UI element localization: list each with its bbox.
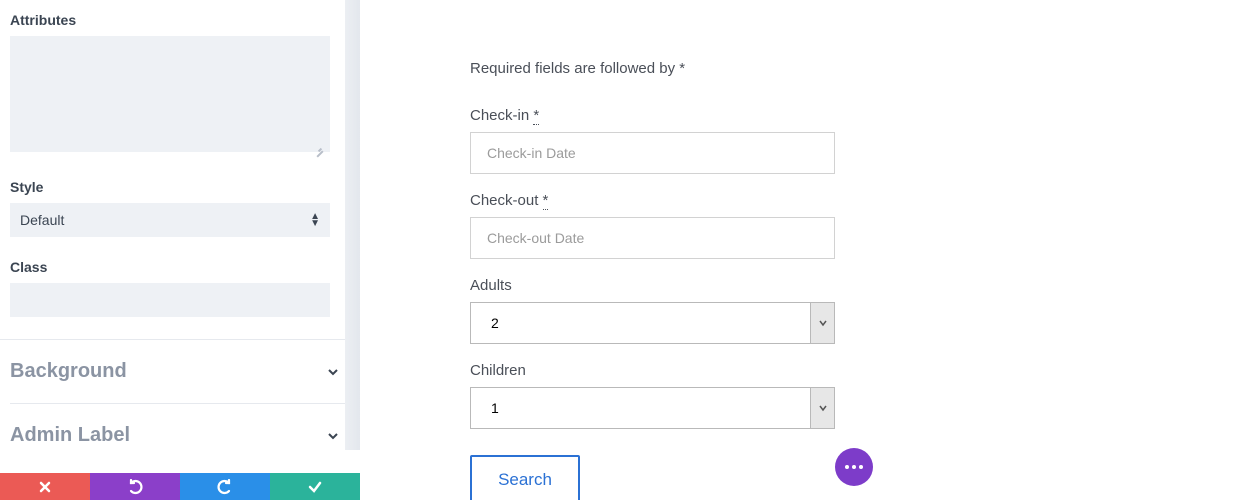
floating-action-button[interactable] (835, 448, 873, 486)
children-label: Children (470, 362, 1241, 379)
settings-sidebar: Attributes Style Default ▲▼ Class Backgr… (0, 0, 360, 500)
search-button[interactable]: Search (470, 455, 580, 500)
children-field: Children 1 (470, 362, 1241, 429)
attributes-textarea[interactable] (10, 36, 330, 152)
preview-area: Required fields are followed by * Check-… (360, 0, 1241, 500)
checkout-input[interactable] (470, 217, 835, 259)
undo-button[interactable] (90, 473, 180, 500)
more-dots-icon (845, 465, 863, 469)
accordion-title: Admin Label (10, 424, 130, 447)
close-icon (38, 480, 52, 494)
checkin-label: Check-in * (470, 107, 1241, 124)
required-mark-icon: * (533, 107, 539, 125)
adults-label: Adults (470, 277, 1241, 294)
accordion-row-background[interactable]: Background (10, 340, 350, 404)
redo-icon (217, 479, 233, 495)
children-select[interactable]: 1 (470, 387, 835, 429)
cancel-button[interactable] (0, 473, 90, 500)
accordion-title: Background (10, 360, 127, 383)
required-fields-note: Required fields are followed by * (470, 60, 1241, 77)
undo-icon (127, 479, 143, 495)
class-input[interactable] (10, 283, 330, 317)
style-select[interactable]: Default (10, 203, 330, 237)
chevron-down-icon (326, 365, 340, 379)
style-heading: Style (10, 179, 350, 195)
attributes-heading: Attributes (10, 12, 350, 28)
chevron-down-icon (326, 429, 340, 443)
redo-button[interactable] (180, 473, 270, 500)
adults-select[interactable]: 2 (470, 302, 835, 344)
required-mark-icon: * (543, 192, 549, 210)
save-button[interactable] (270, 473, 360, 500)
check-icon (307, 479, 323, 495)
checkout-field: Check-out * (470, 192, 1241, 259)
action-bar (0, 473, 360, 500)
checkin-field: Check-in * (470, 107, 1241, 174)
adults-field: Adults 2 (470, 277, 1241, 344)
checkin-input[interactable] (470, 132, 835, 174)
checkout-label: Check-out * (470, 192, 1241, 209)
accordion-row-admin-label[interactable]: Admin Label (10, 404, 350, 467)
class-heading: Class (10, 259, 350, 275)
